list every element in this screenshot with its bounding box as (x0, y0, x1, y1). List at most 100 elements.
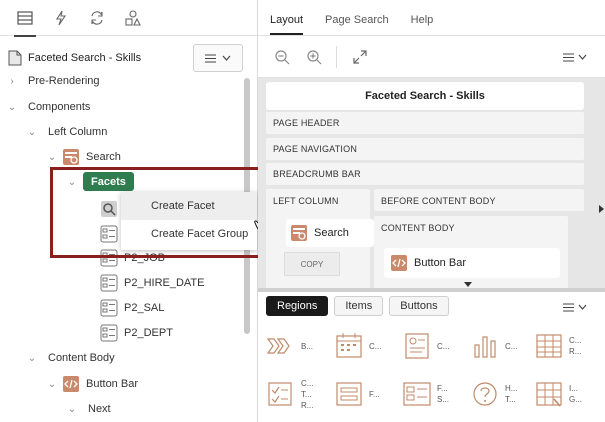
search-region-icon (291, 225, 307, 241)
tab-layout[interactable]: Layout (270, 14, 304, 35)
gallery-item-label: C... (437, 341, 450, 351)
gallery-item-classic-report[interactable]: C... R... (534, 326, 594, 366)
gallery-item-label: C... T... R... (301, 378, 314, 410)
tab-items[interactable]: Items (334, 296, 384, 316)
component-gallery: Regions Items Buttons B... C... C... C..… (258, 292, 605, 422)
lightning-icon (56, 10, 67, 25)
tree-node-label: Button Bar (86, 378, 138, 390)
processing-tab[interactable] (82, 2, 112, 34)
gallery-item-label: F... (369, 389, 380, 399)
code-region-icon (63, 376, 79, 392)
gallery-item-checklist[interactable]: C... T... R... (266, 374, 326, 414)
tree-node-label: Content Body (48, 352, 115, 364)
gallery-item-label: B... (301, 341, 314, 351)
facet-item-icon (100, 299, 118, 317)
page-title: Faceted Search - Skills (28, 52, 142, 64)
processing-icon (91, 10, 103, 25)
slot-page-navigation[interactable]: PAGE NAVIGATION (266, 138, 584, 160)
tile-label: Button Bar (414, 257, 466, 269)
tab-page-search[interactable]: Page Search (325, 14, 389, 35)
rendering-tab-icon (17, 10, 33, 25)
chevron-down-icon (578, 54, 587, 60)
slot-breadcrumb-bar[interactable]: BREADCRUMB BAR (266, 163, 584, 185)
facet-item-icon (100, 324, 118, 342)
facets-icon (403, 382, 431, 406)
page-menu-button[interactable] (193, 44, 243, 72)
hamburger-icon (563, 53, 574, 61)
breadcrumb-icon (266, 338, 290, 354)
chevron-down-icon: ⌄ (7, 101, 17, 113)
chevron-down-icon: ⌄ (47, 378, 57, 390)
search-region-icon (63, 149, 79, 165)
tree-node-next[interactable]: ⌄ Next (66, 398, 111, 420)
tree-node-label: P2_DEPT (124, 327, 173, 339)
tree-node-button-bar[interactable]: ⌄ Button Bar (46, 373, 138, 395)
chevron-down-icon (578, 304, 587, 310)
zoom-out-icon[interactable] (274, 49, 290, 65)
layout-menu-button[interactable] (555, 46, 595, 68)
form-icon (336, 382, 362, 406)
layout-toolbar (258, 36, 605, 78)
expand-icon[interactable] (352, 49, 368, 65)
dynamic-actions-tab[interactable] (46, 2, 76, 34)
tab-regions[interactable]: Regions (266, 296, 329, 316)
gallery-item-breadcrumb[interactable]: B... (266, 326, 326, 366)
calendar-icon (336, 333, 362, 358)
tree-node-label: Pre-Rendering (28, 75, 100, 87)
shared-components-tab[interactable] (118, 2, 148, 34)
tree-node-components[interactable]: ⌄ Components (6, 96, 91, 118)
facet-item-icon (100, 274, 118, 292)
collapse-arrow-icon[interactable] (599, 205, 604, 213)
gallery-tabs: Regions Items Buttons (266, 296, 449, 316)
slot-label: CONTENT BODY (381, 223, 455, 233)
gallery-item-calendar[interactable]: C... (334, 326, 394, 366)
hamburger-icon (205, 54, 216, 62)
tree-node-label: Left Column (48, 126, 108, 138)
classic-report-icon (536, 334, 562, 358)
gallery-item-chart[interactable]: C... (470, 326, 530, 366)
gallery-item-label: C... (505, 341, 518, 351)
tree-node-pre-rendering[interactable]: › Pre-Rendering (6, 70, 100, 92)
tree-node-label: P2_HIRE_DATE (124, 277, 205, 289)
chevron-down-icon: ⌄ (67, 403, 77, 415)
gallery-item-label: F... S... (437, 384, 450, 404)
slot-content-body[interactable]: CONTENT BODY Button Bar (374, 216, 568, 288)
tree-node-p2-hire-date[interactable]: P2_HIRE_DATE (100, 272, 205, 294)
chevron-down-icon (222, 55, 231, 61)
slot-left-column[interactable]: LEFT COLUMN Search COPY (266, 189, 374, 288)
search-region-tile[interactable]: Search (286, 219, 374, 247)
tree-node-left-column[interactable]: ⌄ Left Column (26, 121, 108, 143)
zoom-in-icon[interactable] (306, 49, 322, 65)
gallery-item-help-text[interactable]: H... T... (470, 374, 530, 414)
gallery-menu-button[interactable] (557, 298, 593, 316)
gallery-item-label: C... R... (569, 336, 582, 356)
copy-tile[interactable]: COPY (284, 252, 340, 276)
tree-node-p2-sal[interactable]: P2_SAL (100, 297, 164, 319)
tile-label: Search (314, 227, 349, 239)
gallery-item-form[interactable]: F... (334, 374, 394, 414)
rendering-tab[interactable] (10, 2, 40, 37)
code-region-icon (391, 255, 407, 271)
right-pane-tabs: Layout Page Search Help (258, 0, 605, 36)
gallery-item-interactive-grid[interactable]: I... G... (534, 374, 594, 414)
help-icon (473, 382, 497, 406)
slot-label: LEFT COLUMN (273, 196, 339, 206)
tree-node-content-body[interactable]: ⌄ Content Body (26, 347, 115, 369)
gallery-item-label: H... T... (505, 384, 518, 404)
page-designer-pane: Layout Page Search Help Faceted Search -… (258, 0, 605, 422)
slot-before-content-body[interactable]: BEFORE CONTENT BODY (374, 189, 584, 211)
button-bar-tile[interactable]: Button Bar (384, 248, 560, 278)
gallery-item-faceted-search[interactable]: F... S... (402, 374, 462, 414)
interactive-grid-icon (536, 382, 562, 407)
tree-node-search[interactable]: ⌄ Search (46, 146, 121, 168)
toolbar-divider (336, 46, 337, 68)
tab-buttons[interactable]: Buttons (389, 296, 449, 316)
tab-help[interactable]: Help (411, 14, 434, 35)
tree-node-p2-dept[interactable]: P2_DEPT (100, 322, 173, 344)
shapes-icon (125, 9, 141, 26)
left-pane-tabs (0, 0, 257, 37)
tree-node-label: P2_SAL (124, 302, 165, 314)
layout-canvas[interactable]: Faceted Search - Skills PAGE HEADER PAGE… (258, 78, 605, 288)
gallery-item-cards[interactable]: C... (402, 326, 462, 366)
slot-page-header[interactable]: PAGE HEADER (266, 112, 584, 134)
